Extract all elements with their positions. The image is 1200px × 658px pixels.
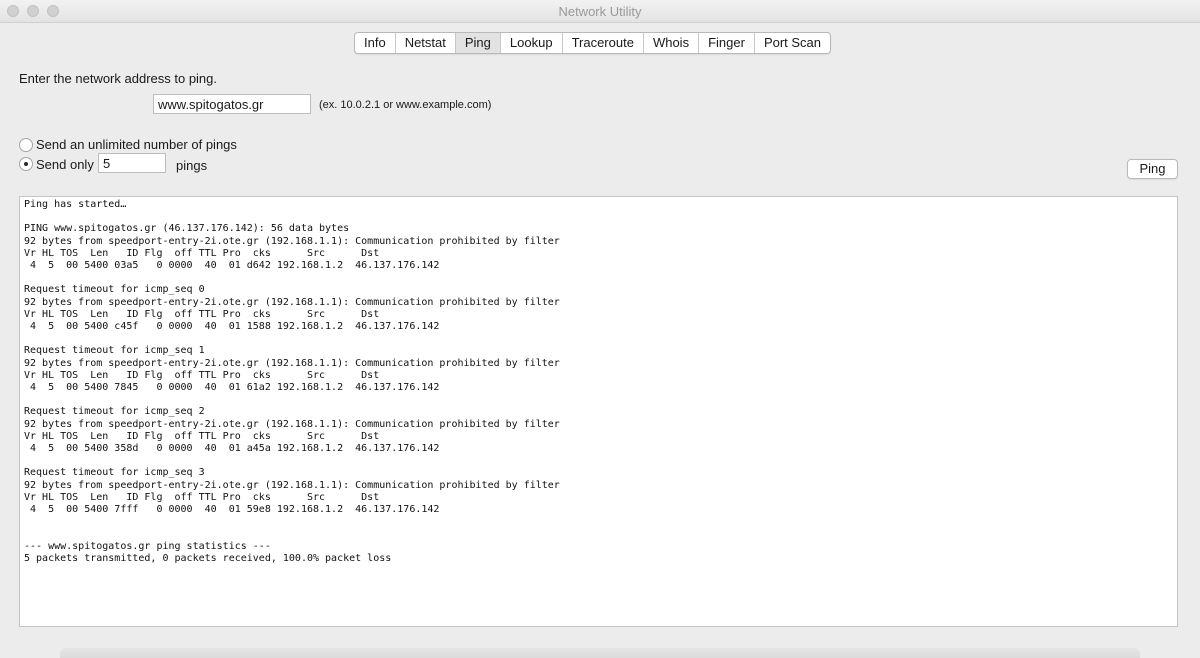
- output-line: 92 bytes from speedport-entry-2i.ote.gr …: [24, 235, 560, 247]
- window-bottom-edge: [60, 648, 1140, 658]
- output-line: 92 bytes from speedport-entry-2i.ote.gr …: [24, 296, 560, 308]
- output-line: Request timeout for icmp_seq 1: [24, 345, 205, 357]
- tab-info[interactable]: Info: [355, 33, 396, 53]
- output-line: --- www.spitogatos.gr ping statistics --…: [24, 540, 271, 552]
- output-line: Request timeout for icmp_seq 2: [24, 406, 205, 418]
- output-line: PING www.spitogatos.gr (46.137.176.142):…: [24, 223, 350, 235]
- output-line: Vr HL TOS Len ID Flg off TTL Pro cks Src…: [24, 308, 380, 320]
- ping-count-input[interactable]: [98, 153, 166, 173]
- network-utility-window: Network Utility Info Netstat Ping Lookup…: [0, 0, 1200, 658]
- output-line: 92 bytes from speedport-entry-2i.ote.gr …: [24, 418, 560, 430]
- window-title: Network Utility: [558, 4, 642, 19]
- tab-traceroute[interactable]: Traceroute: [563, 33, 644, 53]
- tab-whois[interactable]: Whois: [644, 33, 700, 53]
- output-line: 4 5 00 5400 7845 0 0000 40 01 61a2 192.1…: [24, 382, 440, 394]
- title-bar[interactable]: Network Utility: [0, 0, 1200, 23]
- output-line: Vr HL TOS Len ID Flg off TTL Pro cks Src…: [24, 369, 380, 381]
- output-line: 92 bytes from speedport-entry-2i.ote.gr …: [24, 479, 560, 491]
- output-line: 92 bytes from speedport-entry-2i.ote.gr …: [24, 357, 560, 369]
- unlimited-pings-radio[interactable]: [19, 138, 33, 152]
- unlimited-pings-label[interactable]: Send an unlimited number of pings: [36, 137, 237, 152]
- output-line: 5 packets transmitted, 0 packets receive…: [24, 552, 392, 564]
- tab-bar: Info Netstat Ping Lookup Traceroute Whoi…: [354, 32, 832, 54]
- tab-netstat[interactable]: Netstat: [396, 33, 456, 53]
- tab-lookup[interactable]: Lookup: [501, 33, 563, 53]
- output-line: Vr HL TOS Len ID Flg off TTL Pro cks Src…: [24, 491, 380, 503]
- output-line: 4 5 00 5400 03a5 0 0000 40 01 d642 192.1…: [24, 260, 440, 272]
- output-line: Vr HL TOS Len ID Flg off TTL Pro cks Src…: [24, 247, 380, 259]
- output-line: Ping has started…: [24, 199, 127, 210]
- output-line: 4 5 00 5400 358d 0 0000 40 01 a45a 192.1…: [24, 443, 440, 455]
- address-prompt-label: Enter the network address to ping.: [19, 71, 218, 86]
- output-line: Request timeout for icmp_seq 3: [24, 467, 205, 479]
- radio-selected-dot: [24, 162, 28, 166]
- output-line: 4 5 00 5400 7fff 0 0000 40 01 59e8 192.1…: [24, 504, 440, 516]
- pings-suffix-label: pings: [176, 158, 208, 173]
- tab-port-scan[interactable]: Port Scan: [755, 33, 830, 53]
- address-hint-label: (ex. 10.0.2.1 or www.example.com): [319, 99, 492, 111]
- ping-output-text: Ping has started… PING www.spitogatos.gr…: [24, 199, 1173, 565]
- output-line: Request timeout for icmp_seq 0: [24, 284, 205, 296]
- output-line: 4 5 00 5400 c45f 0 0000 40 01 1588 192.1…: [24, 321, 440, 333]
- tab-ping[interactable]: Ping: [455, 33, 501, 53]
- tab-finger[interactable]: Finger: [699, 33, 755, 53]
- send-only-label[interactable]: Send only: [36, 157, 94, 172]
- output-line: Vr HL TOS Len ID Flg off TTL Pro cks Src…: [24, 430, 380, 442]
- ping-output-area[interactable]: Ping has started… PING www.spitogatos.gr…: [19, 196, 1178, 627]
- send-only-radio[interactable]: [19, 157, 33, 171]
- address-input[interactable]: [153, 94, 311, 114]
- ping-button[interactable]: Ping: [1127, 159, 1178, 179]
